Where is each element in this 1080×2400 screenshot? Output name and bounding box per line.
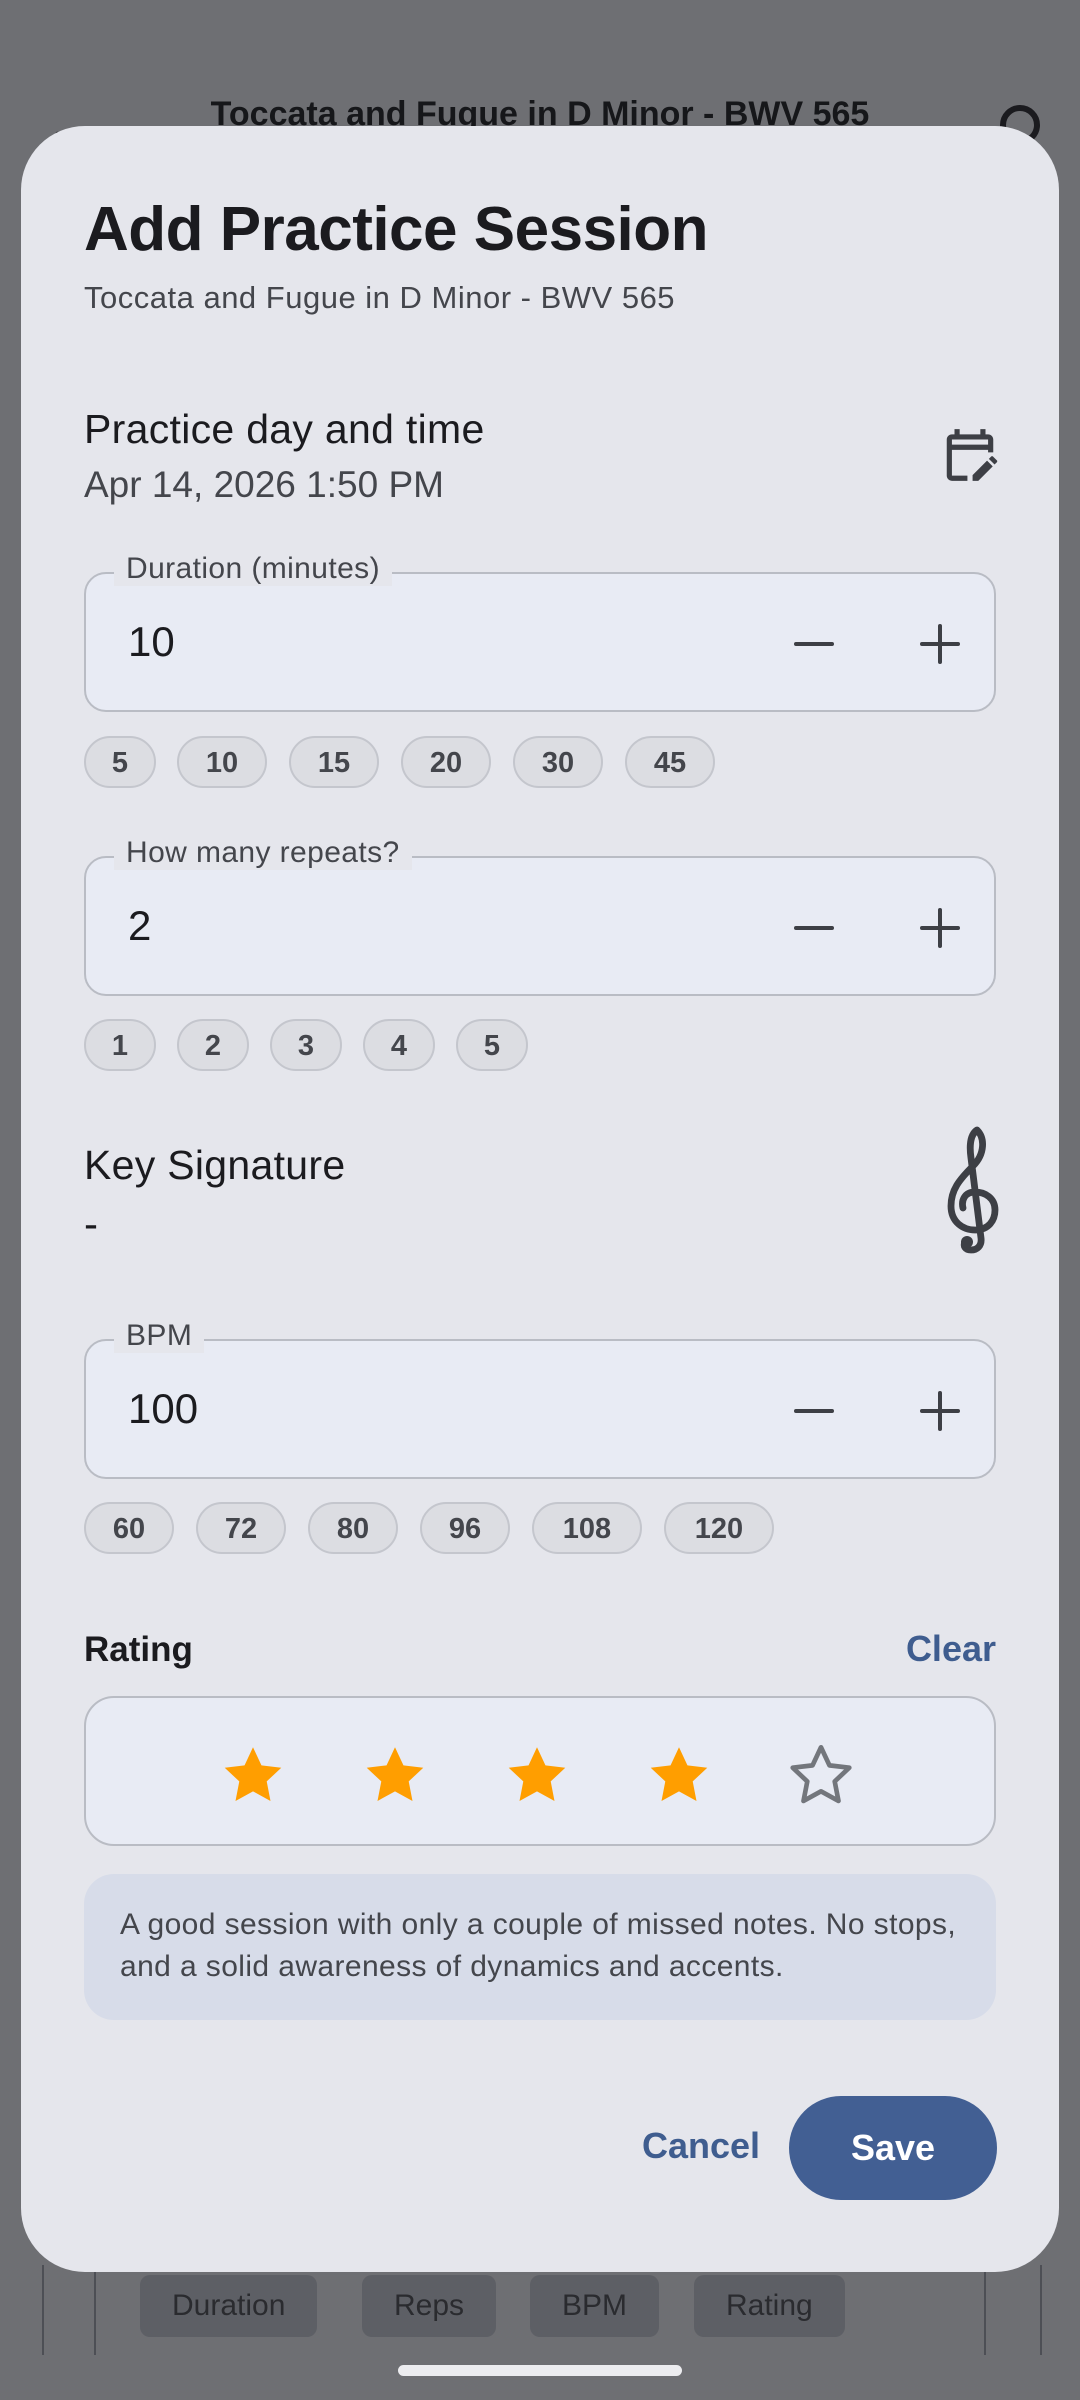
repeats-chip[interactable]: 5 (456, 1019, 528, 1071)
duration-input[interactable]: 10 (128, 618, 175, 666)
bpm-chip[interactable]: 80 (308, 1502, 398, 1554)
background-tabs: Duration Reps BPM Rating (0, 2275, 1080, 2337)
bpm-chip[interactable]: 72 (196, 1502, 286, 1554)
background-tab-duration: Duration (140, 2275, 318, 2337)
key-signature-value: - (84, 1200, 98, 1247)
bpm-chip[interactable]: 120 (664, 1502, 774, 1554)
bpm-chip[interactable]: 60 (84, 1502, 174, 1554)
practice-datetime-value: Apr 14, 2026 1:50 PM (84, 464, 444, 505)
rating-stars (84, 1696, 996, 1846)
bpm-field[interactable]: BPM 100 (84, 1319, 996, 1479)
background-tab-bpm: BPM (530, 2275, 660, 2337)
background-tab-rating: Rating (694, 2275, 845, 2337)
background-tab-reps: Reps (362, 2275, 497, 2337)
duration-label: Duration (minutes) (114, 552, 392, 586)
bpm-decrement-button[interactable] (774, 1371, 854, 1451)
repeats-label: How many repeats? (114, 836, 412, 870)
rating-label: Rating (84, 1630, 193, 1669)
repeats-chip[interactable]: 4 (363, 1019, 435, 1071)
calendar-edit-icon[interactable] (939, 424, 1001, 486)
bpm-chip[interactable]: 108 (532, 1502, 642, 1554)
bpm-increment-button[interactable] (900, 1371, 980, 1451)
star-icon[interactable] (360, 1740, 430, 1810)
duration-increment-button[interactable] (900, 604, 980, 684)
key-signature-label: Key Signature (84, 1142, 346, 1188)
home-indicator[interactable] (398, 2365, 682, 2376)
treble-clef-icon[interactable] (943, 1126, 1003, 1254)
duration-decrement-button[interactable] (774, 604, 854, 684)
repeats-chip[interactable]: 2 (177, 1019, 249, 1071)
duration-chip[interactable]: 5 (84, 736, 156, 788)
duration-chip[interactable]: 30 (513, 736, 603, 788)
duration-chip[interactable]: 20 (401, 736, 491, 788)
star-icon[interactable] (502, 1740, 572, 1810)
duration-chip[interactable]: 10 (177, 736, 267, 788)
star-outline-icon[interactable] (786, 1740, 856, 1810)
save-button[interactable]: Save (789, 2096, 997, 2200)
duration-chip[interactable]: 45 (625, 736, 715, 788)
duration-field[interactable]: Duration (minutes) 10 (84, 552, 996, 712)
bpm-label: BPM (114, 1319, 205, 1353)
repeats-decrement-button[interactable] (774, 888, 854, 968)
practice-datetime-label: Practice day and time (84, 406, 485, 452)
duration-chip[interactable]: 15 (289, 736, 379, 788)
bpm-chip[interactable]: 96 (420, 1502, 510, 1554)
repeats-chip[interactable]: 3 (270, 1019, 342, 1071)
add-practice-session-dialog: Add Practice Session Toccata and Fugue i… (21, 126, 1059, 2272)
bpm-input[interactable]: 100 (128, 1385, 198, 1433)
star-icon[interactable] (644, 1740, 714, 1810)
cancel-button[interactable]: Cancel (606, 2096, 796, 2196)
background-app-header: ← Toccata and Fugue in D Minor - BWV 565 (0, 0, 1080, 157)
rating-description: A good session with only a couple of mis… (84, 1874, 996, 2020)
repeats-field[interactable]: How many repeats? 2 (84, 836, 996, 996)
repeats-chip[interactable]: 1 (84, 1019, 156, 1071)
dialog-subtitle: Toccata and Fugue in D Minor - BWV 565 (84, 280, 676, 315)
dialog-title: Add Practice Session (84, 195, 709, 264)
star-icon[interactable] (218, 1740, 288, 1810)
repeats-input[interactable]: 2 (128, 902, 151, 950)
clear-rating-button[interactable]: Clear (906, 1628, 996, 1670)
repeats-increment-button[interactable] (900, 888, 980, 968)
